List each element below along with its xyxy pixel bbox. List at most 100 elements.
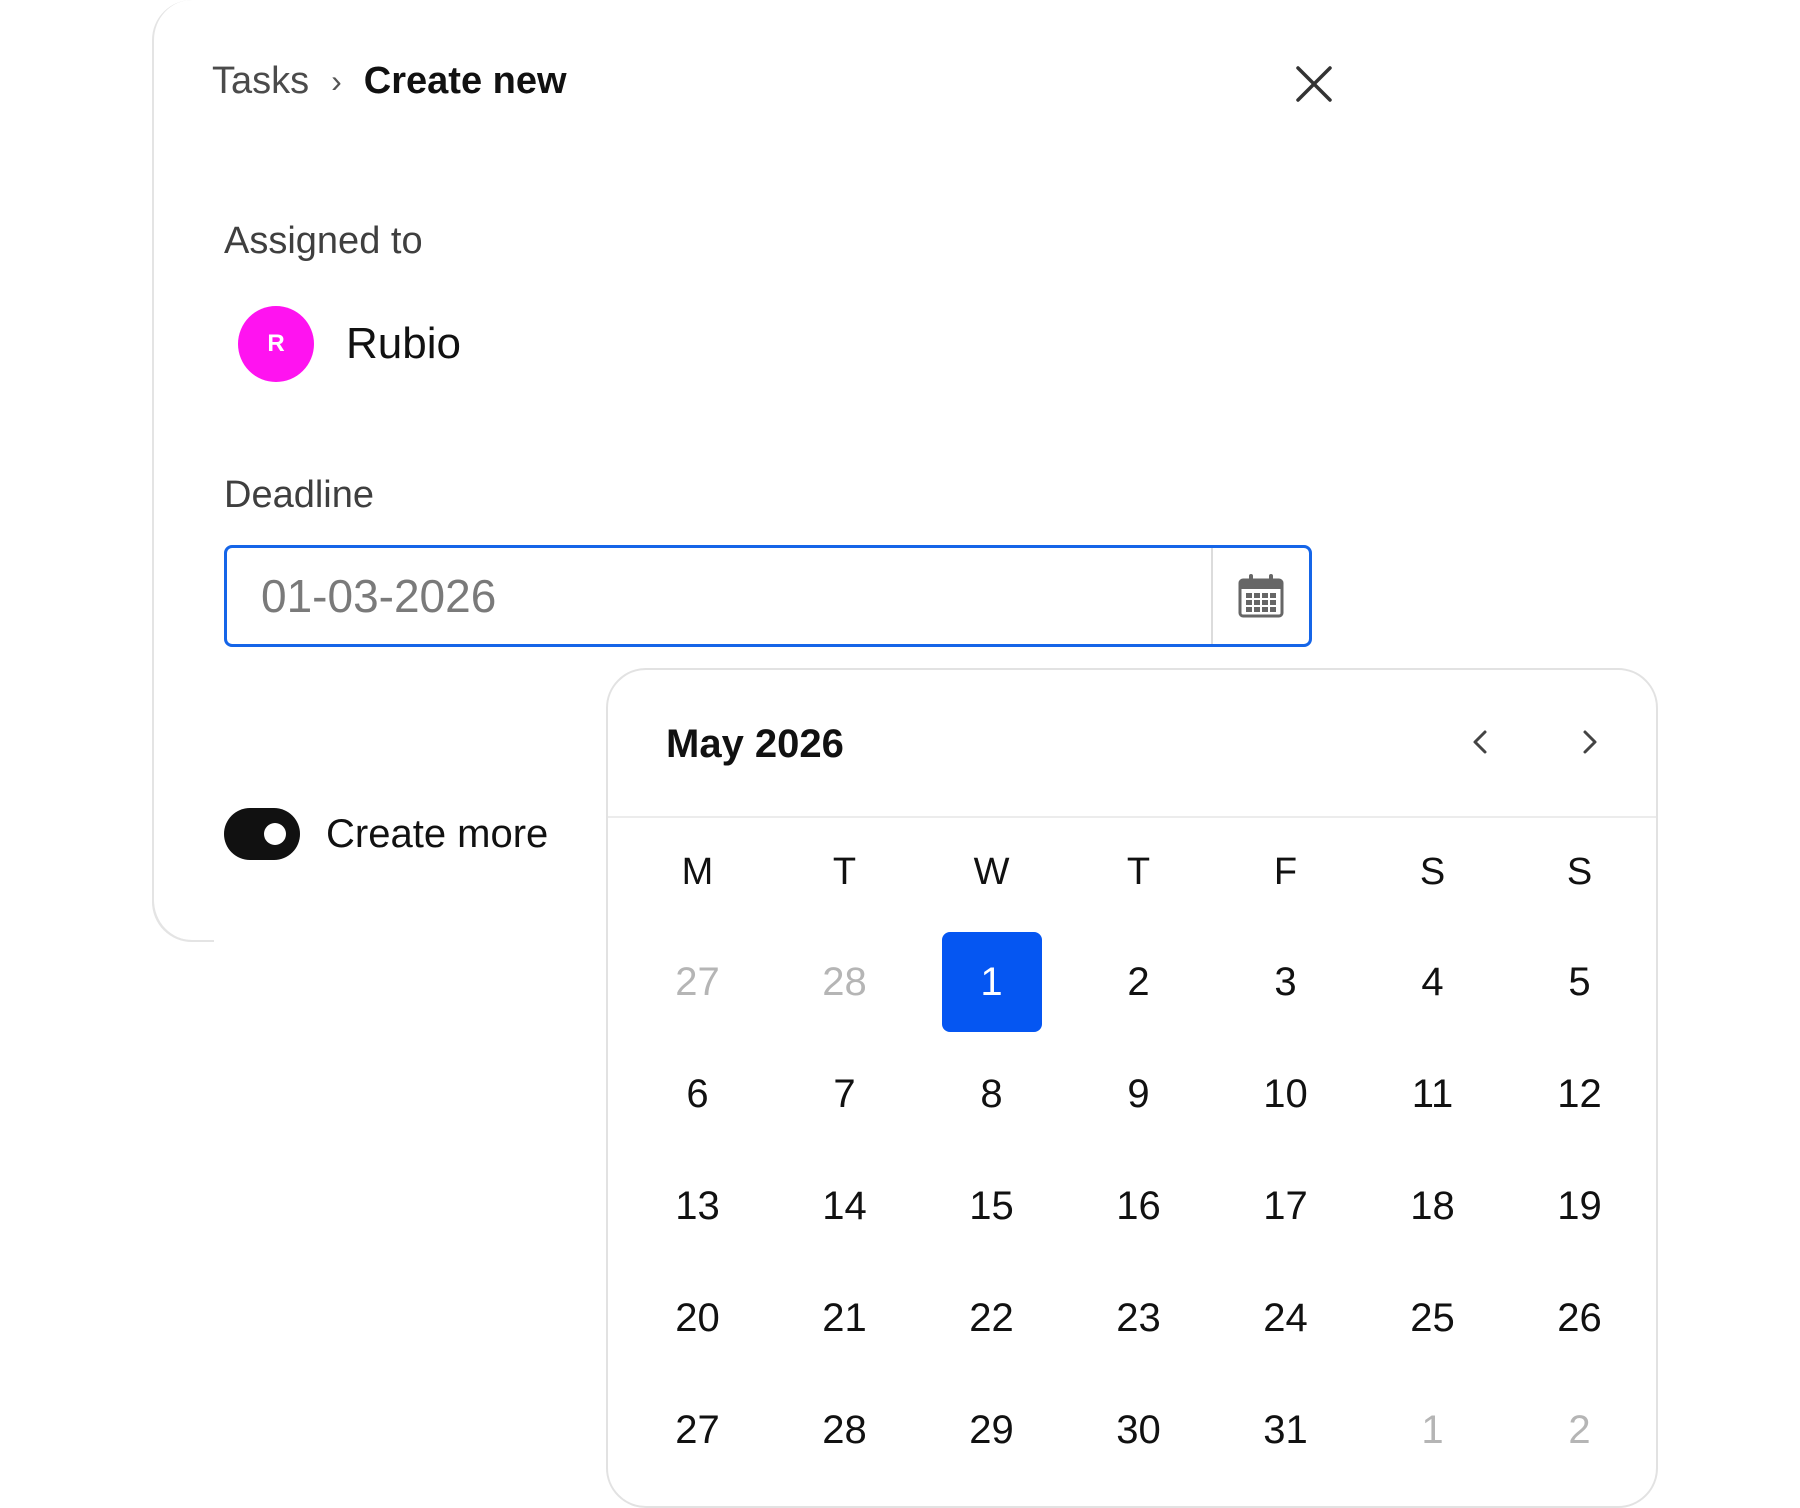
toggle-knob [264,823,286,845]
calendar-day-number: 27 [675,1407,720,1452]
calendar-day[interactable]: 10 [1212,1038,1359,1150]
calendar-day-number: 27 [675,959,720,1004]
deadline-input[interactable] [227,548,1211,644]
calendar-day-number: 5 [1568,959,1591,1004]
calendar-day-number: 16 [1116,1183,1161,1228]
calendar-header: May 2026 [608,670,1656,818]
calendar-day[interactable]: 27 [624,926,771,1038]
calendar-day-number: 17 [1263,1183,1308,1228]
breadcrumb-tasks-link[interactable]: Tasks [212,60,309,103]
calendar-day-number: 7 [833,1071,856,1116]
chevron-right-icon[interactable] [1568,720,1612,764]
calendar-day-number: 21 [822,1295,867,1340]
create-more-label: Create more [326,811,549,856]
breadcrumb: Tasks › Create new [212,60,567,103]
create-more-row: Create more [224,808,548,860]
calendar-day[interactable]: 23 [1065,1262,1212,1374]
calendar-day-selected[interactable]: 1 [918,926,1065,1038]
calendar-day-number: 10 [1263,1071,1308,1116]
close-icon[interactable] [1290,60,1338,108]
calendar-day-number: 20 [675,1295,720,1340]
date-picker-popover: May 2026 M T W T F S S 27 28 1 2 3 4 5 6 7 8 9 10 11 12 13 14 1… [606,668,1658,1508]
weekday-header: T [832,850,857,893]
deadline-label: Deadline [224,474,374,516]
calendar-day-number: 4 [1421,959,1444,1004]
calendar-day-number: 6 [686,1071,709,1116]
calendar-day-number: 3 [1274,959,1297,1004]
calendar-day[interactable]: 6 [624,1038,771,1150]
calendar-day-number: 24 [1263,1295,1308,1340]
calendar-day-number: 25 [1410,1295,1455,1340]
calendar-day-number: 28 [822,1407,867,1452]
calendar-day[interactable]: 4 [1359,926,1506,1038]
calendar-day[interactable]: 2 [1065,926,1212,1038]
calendar-day-number: 1 [1421,1407,1444,1452]
deadline-field [224,545,1312,647]
calendar-day[interactable]: 30 [1065,1374,1212,1486]
calendar-grid: M T W T F S S 27 28 1 2 3 4 5 6 7 8 9 10 11 12 13 14 15 16 17 18 19… [624,818,1656,1486]
breadcrumb-current: Create new [363,60,567,102]
assignee-name: Rubio [346,319,461,368]
calendar-day-number: 29 [969,1407,1014,1452]
weekday-header: T [1126,850,1151,893]
calendar-day-number: 13 [675,1183,720,1228]
chevron-right-icon: › [331,63,342,99]
calendar-day-number: 19 [1557,1183,1602,1228]
calendar-day[interactable]: 26 [1506,1262,1653,1374]
calendar-day[interactable]: 2 [1506,1374,1653,1486]
calendar-day[interactable]: 29 [918,1374,1065,1486]
calendar-day-number: 18 [1410,1183,1455,1228]
calendar-day[interactable]: 28 [771,1374,918,1486]
calendar-day[interactable]: 28 [771,926,918,1038]
calendar-day-number: 23 [1116,1295,1161,1340]
calendar-day-number: 30 [1116,1407,1161,1452]
calendar-day-number: 26 [1557,1295,1602,1340]
calendar-day-number: 14 [822,1183,867,1228]
calendar-day[interactable]: 7 [771,1038,918,1150]
calendar-icon[interactable] [1211,548,1309,644]
calendar-day[interactable]: 12 [1506,1038,1653,1150]
calendar-day[interactable]: 25 [1359,1262,1506,1374]
calendar-day[interactable]: 3 [1212,926,1359,1038]
calendar-day[interactable]: 9 [1065,1038,1212,1150]
calendar-day[interactable]: 15 [918,1150,1065,1262]
calendar-day[interactable]: 14 [771,1150,918,1262]
calendar-day[interactable]: 17 [1212,1150,1359,1262]
calendar-day[interactable]: 16 [1065,1150,1212,1262]
calendar-day[interactable]: 19 [1506,1150,1653,1262]
calendar-day[interactable]: 8 [918,1038,1065,1150]
create-more-toggle[interactable] [224,808,300,860]
calendar-day-number: 2 [1568,1407,1591,1452]
calendar-day-number: 8 [980,1071,1003,1116]
avatar: R [238,306,314,382]
calendar-day[interactable]: 13 [624,1150,771,1262]
weekday-header: S [1419,850,1446,893]
weekday-header: S [1566,850,1593,893]
calendar-day-number: 2 [1127,959,1150,1004]
calendar-day[interactable]: 27 [624,1374,771,1486]
calendar-day[interactable]: 24 [1212,1262,1359,1374]
chevron-left-icon[interactable] [1458,720,1502,764]
calendar-day[interactable]: 11 [1359,1038,1506,1150]
calendar-day-number: 28 [822,959,867,1004]
calendar-day-number: 11 [1411,1071,1454,1116]
calendar-day-number: 15 [969,1183,1014,1228]
calendar-month-title: May 2026 [666,722,844,766]
weekday-header: W [973,850,1010,893]
calendar-day-number: 12 [1557,1071,1602,1116]
calendar-day[interactable]: 22 [918,1262,1065,1374]
calendar-day[interactable]: 1 [1359,1374,1506,1486]
calendar-day[interactable]: 5 [1506,926,1653,1038]
calendar-day-number: 9 [1127,1071,1150,1116]
calendar-day[interactable]: 31 [1212,1374,1359,1486]
assignee[interactable]: R Rubio [238,306,461,382]
assigned-to-label: Assigned to [224,220,423,262]
calendar-day[interactable]: 20 [624,1262,771,1374]
calendar-day-number: 31 [1263,1407,1308,1452]
calendar-day[interactable]: 18 [1359,1150,1506,1262]
weekday-header: F [1273,850,1298,893]
calendar-day-number: 22 [969,1295,1014,1340]
calendar-day[interactable]: 21 [771,1262,918,1374]
calendar-day-number: 1 [941,932,1042,1032]
weekday-header: M [681,850,714,893]
